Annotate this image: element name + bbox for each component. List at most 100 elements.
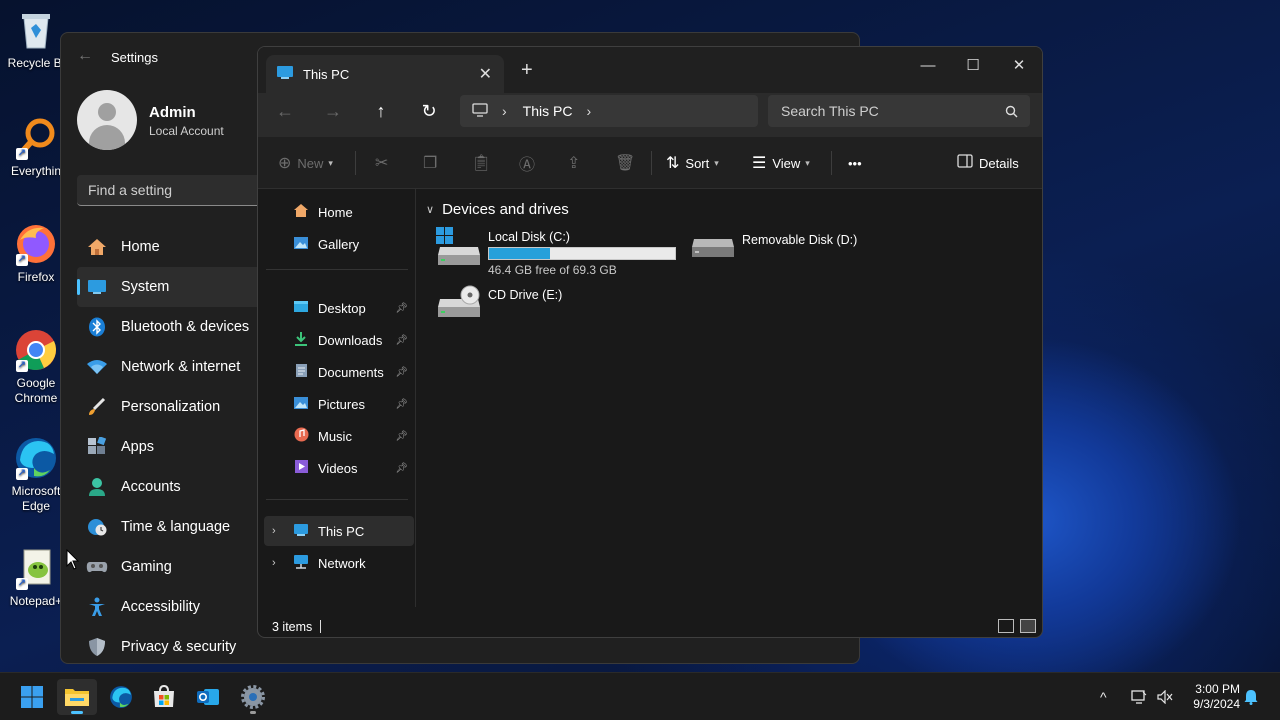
active-app-indicator	[71, 711, 83, 714]
close-window-button[interactable]: ✕	[996, 51, 1042, 81]
system-clock[interactable]: 3:00 PM 9/3/2024	[1180, 682, 1240, 712]
settings-nav-bluetooth[interactable]: Bluetooth & devices	[77, 307, 277, 347]
chevron-right-icon[interactable]: ›	[272, 557, 276, 569]
settings-nav-network[interactable]: Network & internet	[77, 347, 277, 387]
taskbar-settings[interactable]	[233, 679, 273, 715]
desktop-icon-recycle-bin[interactable]: Recycle Bi	[4, 8, 68, 71]
tab-this-pc[interactable]: This PC ✕	[266, 55, 504, 93]
refresh-button[interactable]: ↻	[415, 99, 443, 123]
nav-pane-label: Desktop	[318, 300, 366, 316]
taskbar-file-explorer[interactable]	[57, 679, 97, 715]
brush-icon	[86, 396, 108, 418]
nav-pane-this-pc[interactable]: › This PC	[264, 516, 414, 546]
desktop-icon-label: Firefox	[17, 270, 55, 284]
desktop-icon-notepad-plus-plus[interactable]: ↗ Notepad+	[4, 546, 68, 609]
copy-button[interactable]: ❐	[423, 152, 443, 174]
sort-icon: ⇅	[666, 155, 680, 172]
nav-pane-gallery[interactable]: Gallery	[264, 229, 414, 259]
desktop-icon-google-chrome[interactable]: ↗ Google Chrome	[4, 328, 68, 406]
pin-icon[interactable]: 📌︎	[395, 431, 408, 442]
sort-button[interactable]: ⇅ Sort ▾	[666, 152, 719, 174]
settings-nav-privacy-security[interactable]: Privacy & security	[77, 627, 277, 663]
settings-nav-label: Home	[121, 239, 160, 255]
pin-icon[interactable]: 📌︎	[395, 463, 408, 474]
home-icon	[86, 236, 108, 258]
nav-pane-documents[interactable]: Documents 📌︎	[264, 357, 414, 387]
nav-pane-music[interactable]: Music 📌︎	[264, 421, 414, 451]
settings-nav-home[interactable]: Home	[77, 227, 277, 267]
taskbar-outlook[interactable]	[188, 679, 228, 715]
show-hidden-icons-button[interactable]: ^	[1100, 673, 1107, 720]
bell-icon	[1244, 690, 1258, 705]
settings-nav-accounts[interactable]: Accounts	[77, 467, 277, 507]
settings-nav-apps[interactable]: Apps	[77, 427, 277, 467]
paste-button[interactable]: 📋︎	[471, 152, 497, 174]
chevron-down-icon: ▾	[805, 157, 810, 168]
nav-pane-network[interactable]: › Network	[264, 548, 414, 578]
settings-nav-gaming[interactable]: Gaming	[77, 547, 277, 587]
up-button[interactable]: ↑	[367, 99, 395, 123]
chevron-right-icon[interactable]: ›	[502, 103, 507, 119]
forward-button[interactable]: →	[319, 99, 347, 123]
nav-pane-home[interactable]: Home	[264, 197, 414, 227]
nav-pane-pictures[interactable]: Pictures 📌︎	[264, 389, 414, 419]
settings-nav-personalization[interactable]: Personalization	[77, 387, 277, 427]
new-button[interactable]: ⊕ New ▾	[278, 152, 333, 174]
group-header-devices-drives[interactable]: ∨ Devices and drives	[426, 201, 569, 218]
desktop-icon-everything[interactable]: ↗ Everythin	[4, 116, 68, 179]
network-tray-icon[interactable]	[1131, 673, 1147, 720]
desktop-icon-microsoft-edge[interactable]: ↗ Microsoft Edge	[4, 436, 68, 514]
desktop-icon-firefox[interactable]: ↗ Firefox	[4, 222, 68, 285]
start-button[interactable]	[12, 679, 52, 715]
shortcut-arrow-icon: ↗	[16, 148, 28, 160]
view-button[interactable]: ☰ View ▾	[752, 152, 810, 174]
nav-pane-videos[interactable]: Videos 📌︎	[264, 453, 414, 483]
back-arrow-icon[interactable]: ←	[77, 47, 93, 65]
search-input[interactable]: Search This PC	[768, 95, 1030, 127]
file-explorer-window[interactable]: This PC ✕ + — ☐ ✕ ← → ↑ ↻ › This PC › Se…	[257, 46, 1043, 638]
status-bar: 3 items	[258, 611, 1042, 637]
address-bar[interactable]: › This PC ›	[460, 95, 758, 127]
user-avatar[interactable]	[77, 90, 137, 150]
chevron-down-icon[interactable]: ∨	[426, 203, 434, 216]
drive-name: CD Drive (E:)	[488, 288, 563, 302]
details-view-icon[interactable]	[998, 619, 1014, 633]
rename-button[interactable]: Ⓐ	[519, 152, 541, 174]
close-tab-icon[interactable]: ✕	[479, 64, 492, 84]
shortcut-arrow-icon: ↗	[16, 468, 28, 480]
share-button[interactable]: ⇪	[567, 152, 586, 174]
maximize-button[interactable]: ☐	[950, 51, 996, 81]
drive-local-disk-c[interactable]: Local Disk (C:) 46.4 GB free of 69.3 GB	[436, 227, 676, 277]
large-icons-view-icon[interactable]	[1020, 619, 1036, 633]
settings-nav-time-language[interactable]: Time & language	[77, 507, 277, 547]
back-button[interactable]: ←	[271, 99, 299, 123]
pin-icon[interactable]: 📌︎	[395, 303, 408, 314]
details-pane-button[interactable]: Details	[957, 152, 1019, 174]
see-more-button[interactable]: •••	[848, 152, 862, 174]
settings-nav-system[interactable]: System	[77, 267, 277, 307]
chevron-right-icon[interactable]: ›	[272, 525, 276, 537]
pin-icon[interactable]: 📌︎	[395, 367, 408, 378]
pin-icon[interactable]: 📌︎	[395, 399, 408, 410]
pin-icon[interactable]: 📌︎	[395, 335, 408, 346]
clock-date: 9/3/2024	[1193, 697, 1240, 711]
new-tab-button[interactable]: +	[521, 59, 533, 82]
cut-button[interactable]: ✂	[375, 152, 394, 174]
settings-nav-accessibility[interactable]: Accessibility	[77, 587, 277, 627]
taskbar-microsoft-store[interactable]	[144, 679, 184, 715]
delete-button[interactable]: 🗑︎	[615, 152, 641, 174]
user-account-type: Local Account	[149, 124, 224, 138]
nav-pane-label: Downloads	[318, 332, 383, 348]
drive-cd-drive-e[interactable]: CD Drive (E:)	[436, 285, 562, 325]
chevron-right-icon[interactable]: ›	[586, 103, 591, 119]
settings-nav-label: Gaming	[121, 559, 172, 575]
nav-pane-desktop[interactable]: Desktop 📌︎	[264, 293, 414, 323]
drive-removable-disk-d[interactable]: Removable Disk (D:)	[690, 227, 857, 267]
taskbar-edge[interactable]	[101, 679, 141, 715]
minimize-button[interactable]: —	[905, 51, 951, 81]
desktop-icon-label: Everythin	[10, 164, 62, 178]
notifications-button[interactable]	[1244, 673, 1258, 720]
nav-pane-downloads[interactable]: Downloads 📌︎	[264, 325, 414, 355]
volume-tray-icon[interactable]	[1157, 673, 1173, 720]
breadcrumb-this-pc[interactable]: This PC	[523, 103, 573, 119]
